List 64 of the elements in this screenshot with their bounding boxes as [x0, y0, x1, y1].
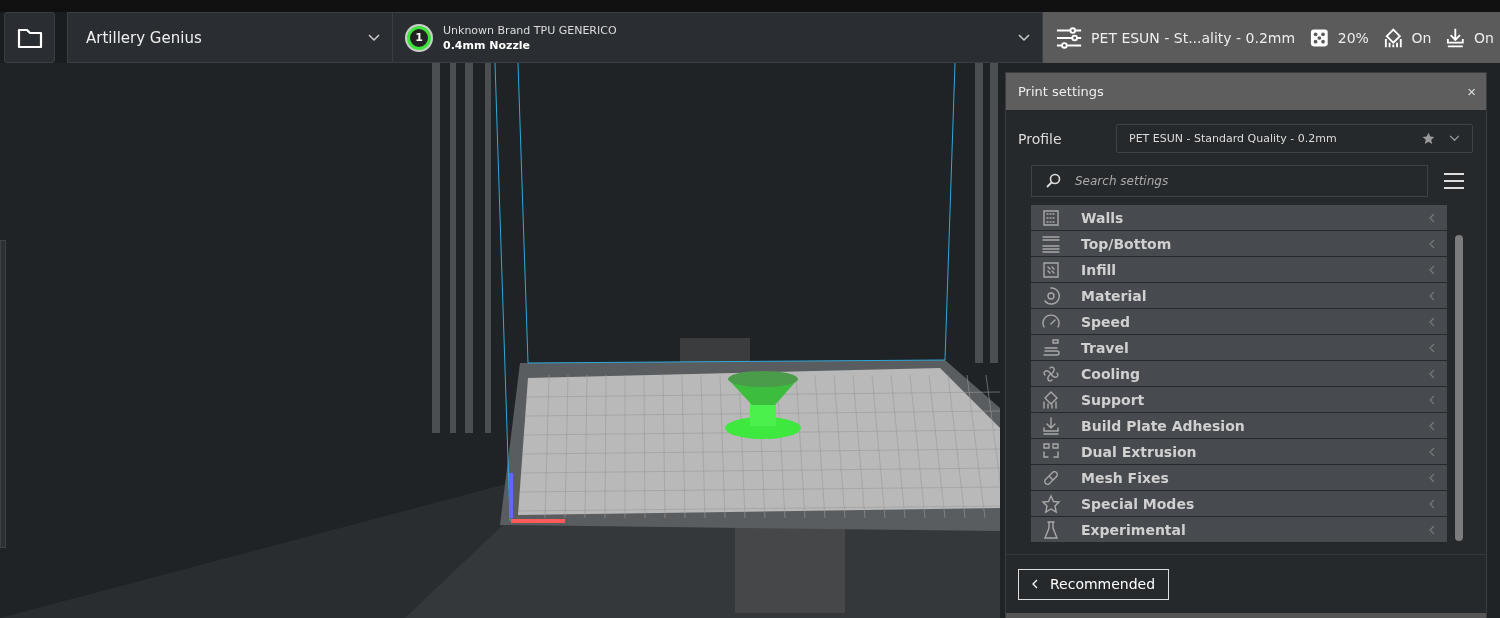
- nozzle-size: 0.4mm Nozzle: [443, 38, 532, 52]
- star-icon: [1041, 493, 1061, 514]
- caret-icon: [1449, 135, 1460, 142]
- print-setup-bar[interactable]: PET ESUN - St...ality - 0.2mm 20% On On: [1043, 12, 1500, 63]
- caret-icon: [368, 33, 380, 42]
- profile-dropdown[interactable]: PET ESUN - Standard Quality - 0.2mm: [1116, 124, 1473, 153]
- extruder-selector[interactable]: 1 Unknown Brand TPU GENERICO 0.4mm Nozzle: [393, 12, 1043, 63]
- settings-category[interactable]: Material: [1031, 283, 1447, 308]
- support-value: On: [1411, 29, 1432, 46]
- chevron-icon: [1429, 446, 1435, 457]
- infill-value: 20%: [1337, 29, 1369, 46]
- scrollbar[interactable]: [1455, 235, 1463, 541]
- settings-category[interactable]: Experimental: [1031, 517, 1447, 542]
- profile-label: Profile: [1018, 130, 1063, 147]
- chevron-icon: [1429, 498, 1435, 509]
- chevron-icon: [1429, 472, 1435, 483]
- fan-icon: [1041, 363, 1061, 384]
- download-icon: [1446, 26, 1466, 49]
- settings-category[interactable]: Special Modes: [1031, 491, 1447, 516]
- infill-icon: [1041, 259, 1061, 280]
- layers-icon: [1041, 233, 1061, 254]
- settings-category[interactable]: Infill: [1031, 257, 1447, 282]
- folder-icon: [16, 26, 43, 49]
- travel-icon: [1041, 337, 1061, 358]
- chevron-icon: [1429, 420, 1435, 431]
- chevron-icon: [1429, 212, 1435, 223]
- chevron-icon: [1429, 264, 1435, 275]
- settings-category[interactable]: Support: [1031, 387, 1447, 412]
- walls-icon: [1041, 207, 1061, 228]
- settings-category[interactable]: Top/Bottom: [1031, 231, 1447, 256]
- sliders-icon: [1056, 25, 1083, 50]
- recommended-button[interactable]: Recommended: [1018, 568, 1170, 600]
- flask-icon: [1041, 519, 1061, 540]
- material-name: Unknown Brand TPU GENERICO: [443, 23, 618, 37]
- settings-category[interactable]: Dual Extrusion: [1031, 439, 1447, 464]
- printer-selector[interactable]: Artillery Genius: [67, 12, 393, 63]
- open-file-button[interactable]: [4, 12, 55, 63]
- chevron-icon: [1429, 368, 1435, 379]
- profile-summary: PET ESUN - St...ality - 0.2mm: [1091, 29, 1296, 46]
- chevron-icon: [1429, 238, 1435, 249]
- settings-category[interactable]: Speed: [1031, 309, 1447, 334]
- chevron-icon: [1429, 342, 1435, 353]
- settings-category[interactable]: Cooling: [1031, 361, 1447, 386]
- caret-icon: [1018, 33, 1030, 42]
- chevron-icon: [1429, 290, 1435, 301]
- star-icon: [1422, 132, 1435, 145]
- settings-category[interactable]: Travel: [1031, 335, 1447, 360]
- search-icon: [1045, 173, 1061, 189]
- extruder-number-badge: 1: [407, 25, 431, 50]
- search-field[interactable]: Search settings: [1031, 165, 1428, 197]
- chevron-icon: [1429, 524, 1435, 535]
- settings-category[interactable]: Build Plate Adhesion: [1031, 413, 1447, 438]
- close-button[interactable]: ×: [1467, 83, 1476, 100]
- support-icon: [1383, 26, 1403, 49]
- infill-icon: [1310, 27, 1329, 48]
- chevron-icon: [1429, 394, 1435, 405]
- download-icon: [1041, 415, 1061, 436]
- adhesion-value: On: [1474, 29, 1494, 46]
- settings-category[interactable]: Walls: [1031, 205, 1447, 230]
- chevron-icon: [1429, 316, 1435, 327]
- settings-category[interactable]: Mesh Fixes: [1031, 465, 1447, 490]
- menu-icon[interactable]: [1444, 173, 1464, 189]
- panel-title: Print settings: [1018, 84, 1104, 99]
- chevron-icon: [1032, 579, 1038, 589]
